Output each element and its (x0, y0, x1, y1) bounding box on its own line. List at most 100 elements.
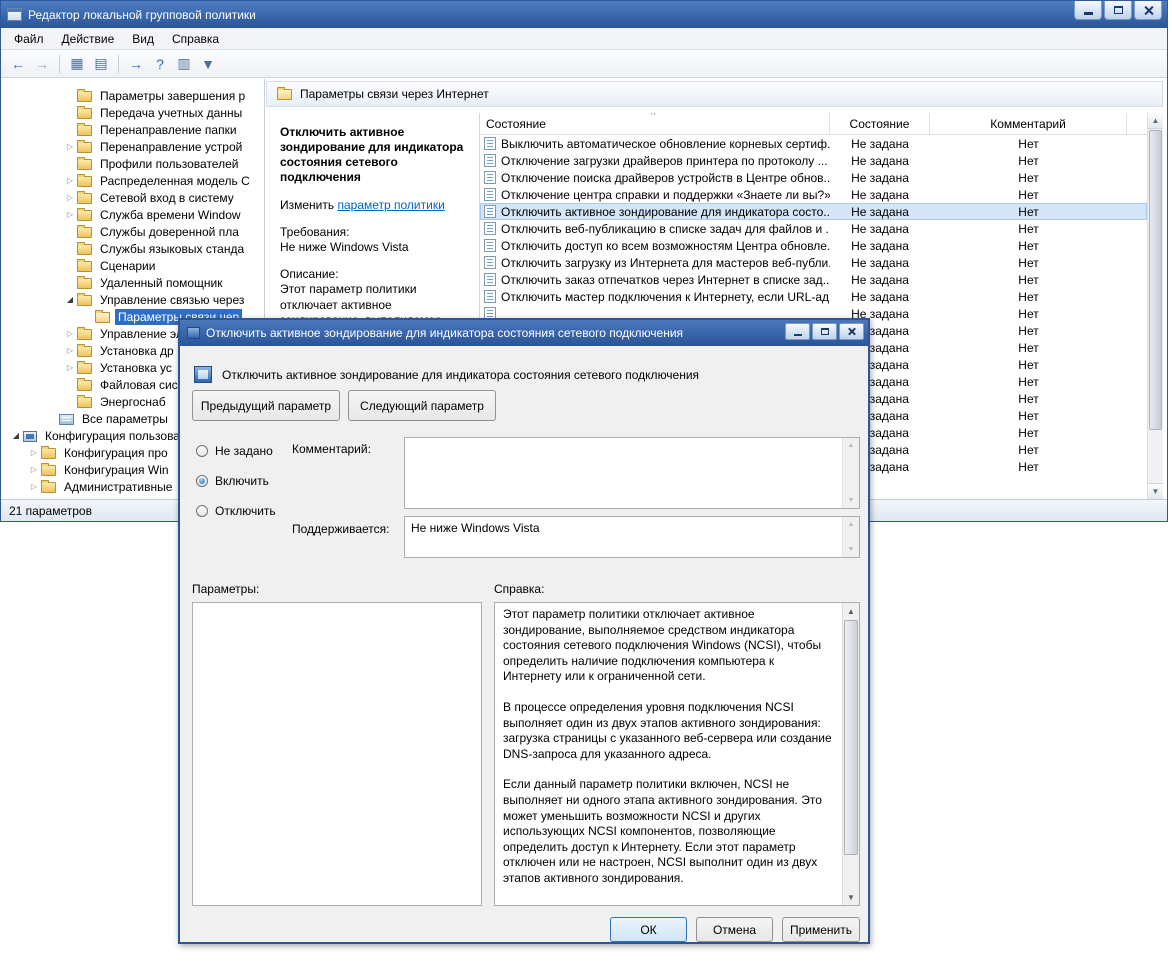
supported-scrollbar[interactable]: ▲ ▼ (842, 517, 859, 557)
show-console-tree-icon[interactable]: ▦ (66, 53, 88, 75)
next-setting-button[interactable]: Следующий параметр (348, 390, 496, 421)
setting-name-cell: Выключить автоматическое обновление корн… (480, 137, 830, 151)
dialog-body: Отключить активное зондирование для инди… (180, 346, 868, 942)
close-button[interactable] (1134, 1, 1162, 20)
setting-state: Не задана (830, 256, 930, 270)
tree-item-label: Служба времени Window (97, 207, 244, 223)
scroll-down-icon[interactable]: ▼ (843, 542, 859, 557)
list-vertical-scrollbar[interactable]: ▲ ▼ (1147, 113, 1163, 499)
minimize-icon (794, 334, 802, 336)
tree-item[interactable]: ▷Перенаправление устрой (1, 138, 264, 155)
expand-expander-icon[interactable]: ▷ (63, 346, 77, 355)
menu-item[interactable]: Вид (123, 29, 163, 49)
settings-list-row[interactable]: Отключение поиска драйверов устройств в … (480, 169, 1147, 186)
dialog-maximize-button[interactable] (812, 323, 837, 340)
tree-item[interactable]: Сценарии (1, 257, 264, 274)
export-list-icon[interactable]: ▤ (90, 53, 112, 75)
expand-expander-icon[interactable]: ▷ (63, 210, 77, 219)
menu-item[interactable]: Файл (5, 29, 53, 49)
relink-icon[interactable]: → (125, 53, 147, 75)
settings-list-row[interactable]: Отключить доступ ко всем возможностям Це… (480, 237, 1147, 254)
setting-name: Отключение поиска драйверов устройств в … (501, 171, 830, 185)
setting-comment: Нет (930, 392, 1127, 406)
settings-list-row[interactable]: Отключить заказ отпечатков через Интерне… (480, 271, 1147, 288)
scroll-down-icon[interactable]: ▼ (1148, 483, 1163, 499)
cancel-button[interactable]: Отмена (696, 917, 773, 942)
dialog-title: Отключить активное зондирование для инди… (206, 326, 683, 340)
settings-list-row[interactable]: Отключить загрузку из Интернета для маст… (480, 254, 1147, 271)
minimize-button[interactable] (1074, 1, 1102, 20)
radio-disabled[interactable]: Отключить (196, 502, 276, 520)
scroll-down-icon[interactable]: ▼ (843, 493, 859, 508)
maximize-button[interactable] (1104, 1, 1132, 20)
dialog-minimize-button[interactable] (785, 323, 810, 340)
folder-icon (41, 448, 56, 459)
dialog-close-button[interactable] (839, 323, 864, 340)
window-titlebar[interactable]: Редактор локальной групповой политики (1, 1, 1167, 28)
forward-icon[interactable]: → (31, 53, 53, 75)
radio-enabled-input[interactable] (196, 475, 208, 487)
toolbar: ←→▦▤→?▥▼ (1, 50, 1167, 78)
expand-expander-icon[interactable]: ▷ (63, 329, 77, 338)
menu-item[interactable]: Действие (53, 29, 124, 49)
dialog-titlebar[interactable]: Отключить активное зондирование для инди… (180, 320, 868, 346)
tree-item[interactable]: Удаленный помощник (1, 274, 264, 291)
supported-on-textbox[interactable]: Не ниже Windows Vista ▲ ▼ (404, 516, 860, 558)
collapse-expander-icon[interactable]: ◢ (63, 295, 77, 304)
radio-not-configured-input[interactable] (196, 445, 208, 457)
folder-icon (77, 142, 92, 153)
tree-item[interactable]: Перенаправление папки (1, 121, 264, 138)
comment-textbox[interactable]: ▲ ▼ (404, 437, 860, 509)
tree-item[interactable]: ▷ Служба времени Window (1, 206, 264, 223)
scroll-up-icon[interactable]: ▲ (843, 438, 859, 453)
expand-expander-icon[interactable]: ▷ (27, 482, 41, 491)
tree-item[interactable]: ▷Распределенная модель C (1, 172, 264, 189)
scroll-down-icon[interactable]: ▼ (843, 889, 859, 905)
tree-item[interactable]: Службы доверенной пла (1, 223, 264, 240)
settings-list-row[interactable]: Отключить веб-публикацию в списке задач … (480, 220, 1147, 237)
tree-item[interactable]: Передача учетных данны (1, 104, 264, 121)
expand-expander-icon[interactable]: ▷ (63, 193, 77, 202)
tree-item[interactable]: Параметры завершения р (1, 87, 264, 104)
expand-expander-icon[interactable]: ▷ (27, 448, 41, 457)
column-header-state[interactable]: Состояние (830, 113, 930, 134)
extended-pane-icon[interactable]: ▥ (173, 53, 195, 75)
radio-enabled[interactable]: Включить (196, 472, 276, 490)
column-header-name[interactable]: Состояние^ (480, 113, 830, 134)
column-header-comment[interactable]: Комментарий (930, 113, 1127, 134)
settings-list-row[interactable]: Отключить мастер подключения к Интернету… (480, 288, 1147, 305)
tree-item[interactable]: Службы языковых станда (1, 240, 264, 257)
scroll-up-icon[interactable]: ▲ (843, 603, 859, 619)
expand-expander-icon[interactable]: ▷ (63, 142, 77, 151)
scrollbar-thumb[interactable] (844, 620, 858, 855)
setting-state: Не задана (830, 188, 930, 202)
ok-button[interactable]: ОК (610, 917, 687, 942)
scrollbar-thumb[interactable] (1149, 130, 1162, 430)
help-icon[interactable]: ? (149, 53, 171, 75)
previous-setting-button[interactable]: Предыдущий параметр (192, 390, 340, 421)
setting-name-cell: Отключить веб-публикацию в списке задач … (480, 222, 830, 236)
expand-expander-icon[interactable]: ▷ (63, 363, 77, 372)
scroll-up-icon[interactable]: ▲ (1148, 113, 1163, 129)
scroll-up-icon[interactable]: ▲ (843, 517, 859, 532)
settings-list-row[interactable]: Выключить автоматическое обновление корн… (480, 135, 1147, 152)
radio-not-configured[interactable]: Не задано (196, 442, 276, 460)
comment-scrollbar[interactable]: ▲ ▼ (842, 438, 859, 508)
filter-icon[interactable]: ▼ (197, 53, 219, 75)
expand-expander-icon[interactable]: ▷ (63, 176, 77, 185)
settings-list-row[interactable]: Отключение загрузки драйверов принтера п… (480, 152, 1147, 169)
menu-item[interactable]: Справка (163, 29, 228, 49)
radio-disabled-input[interactable] (196, 505, 208, 517)
expand-expander-icon[interactable]: ▷ (27, 465, 41, 474)
tree-item[interactable]: ▷Сетевой вход в систему (1, 189, 264, 206)
back-icon[interactable]: ← (7, 53, 29, 75)
edit-policy-link[interactable]: параметр политики (337, 198, 444, 212)
collapse-expander-icon[interactable]: ◢ (9, 431, 23, 440)
settings-list-row[interactable]: Отключение центра справки и поддержки «З… (480, 186, 1147, 203)
tree-item[interactable]: Профили пользователей (1, 155, 264, 172)
tree-item[interactable]: ◢Управление связью через (1, 291, 264, 308)
apply-button[interactable]: Применить (782, 917, 860, 942)
help-scrollbar[interactable]: ▲ ▼ (842, 603, 859, 905)
settings-list-row[interactable]: Отключить активное зондирование для инди… (480, 203, 1147, 220)
folder-icon (77, 159, 92, 170)
